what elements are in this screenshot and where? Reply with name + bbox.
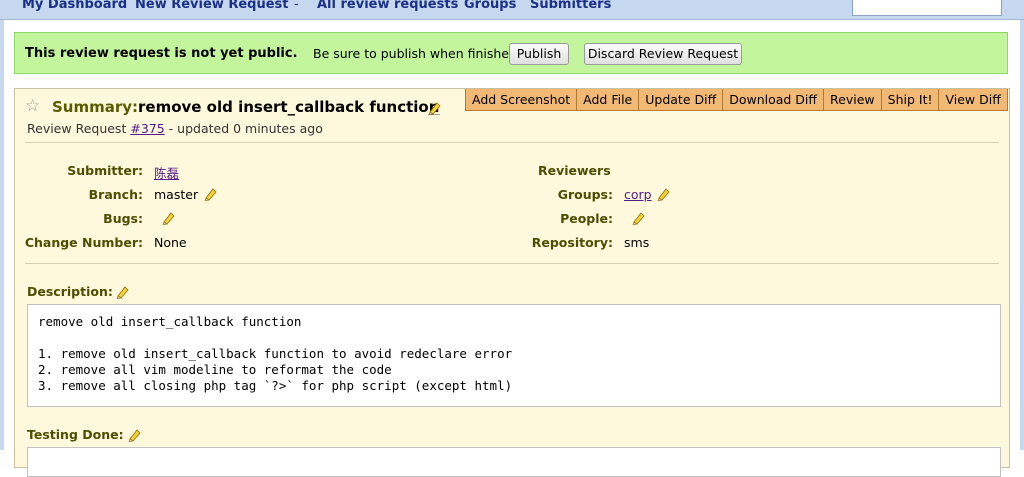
pencil-icon[interactable] <box>127 428 141 442</box>
frame-edge-right <box>1020 20 1024 450</box>
reviewers-label: Reviewers <box>538 163 611 178</box>
download-diff-button[interactable]: Download Diff <box>723 89 825 111</box>
view-diff-button[interactable]: View Diff <box>939 89 1008 111</box>
banner-hint: Be sure to publish when finished. <box>313 46 521 61</box>
pencil-icon[interactable] <box>161 211 175 225</box>
publish-button[interactable]: Publish <box>509 43 569 65</box>
nav-new-review-request[interactable]: New Review Request <box>135 0 289 12</box>
review-request-box: ☆ Summary: remove old insert_callback fu… <box>14 88 1010 477</box>
branch-label: Branch: <box>88 187 143 202</box>
summary-value: remove old insert_callback function <box>138 98 440 116</box>
nav-groups[interactable]: Groups <box>464 0 516 12</box>
request-id-link[interactable]: #375 <box>130 121 164 136</box>
top-nav: My Dashboard New Review Request - All re… <box>0 0 1024 20</box>
add-file-button[interactable]: Add File <box>577 89 640 111</box>
nav-all-review-requests[interactable]: All review requests <box>317 0 458 12</box>
repository-label: Repository: <box>531 235 613 250</box>
ship-it-button[interactable]: Ship It! <box>881 89 940 111</box>
review-button[interactable]: Review <box>824 89 882 111</box>
header-divider <box>25 142 999 143</box>
update-diff-button[interactable]: Update Diff <box>639 89 724 111</box>
nav-my-dashboard[interactable]: My Dashboard <box>22 0 127 12</box>
branch-value: master <box>154 187 199 202</box>
bugs-label: Bugs: <box>103 211 143 226</box>
star-icon[interactable]: ☆ <box>25 96 40 116</box>
banner-message: This review request is not yet public. <box>25 46 298 61</box>
groups-label: Groups: <box>557 187 613 202</box>
discard-review-request-button[interactable]: Discard Review Request <box>584 43 742 65</box>
groups-link[interactable]: corp <box>624 187 652 202</box>
action-bar: Add Screenshot Add File Update Diff Down… <box>465 89 1008 111</box>
pencil-icon[interactable] <box>631 211 645 225</box>
pencil-icon[interactable] <box>656 187 670 201</box>
submitter-link[interactable]: 陈磊 <box>154 163 179 182</box>
fields-divider <box>25 263 999 264</box>
frame-edge-left <box>0 20 4 450</box>
testing-done-label: Testing Done: <box>27 427 124 442</box>
nav-separator: - <box>294 0 299 12</box>
updated-time: - updated 0 minutes ago <box>168 121 323 136</box>
pencil-icon[interactable] <box>203 187 217 201</box>
pencil-icon[interactable] <box>115 285 129 299</box>
add-screenshot-button[interactable]: Add Screenshot <box>465 89 578 111</box>
people-label: People: <box>560 211 613 226</box>
unpublished-banner: This review request is not yet public. B… <box>14 32 1008 74</box>
request-prefix: Review Request <box>27 121 127 136</box>
repository-value: sms <box>624 235 650 250</box>
change-number-value: None <box>154 235 187 250</box>
description-text: remove old insert_callback function 1. r… <box>27 304 1001 407</box>
submitter-label: Submitter: <box>67 163 143 178</box>
change-number-label: Change Number: <box>24 235 143 250</box>
search-input[interactable] <box>852 0 1002 16</box>
nav-submitters[interactable]: Submitters <box>530 0 611 12</box>
summary-label: Summary: <box>52 98 139 116</box>
description-label: Description: <box>27 284 113 299</box>
review-request-line: Review Request #375 - updated 0 minutes … <box>27 121 323 136</box>
pencil-icon[interactable] <box>427 101 441 115</box>
testing-done-text <box>27 447 1001 477</box>
